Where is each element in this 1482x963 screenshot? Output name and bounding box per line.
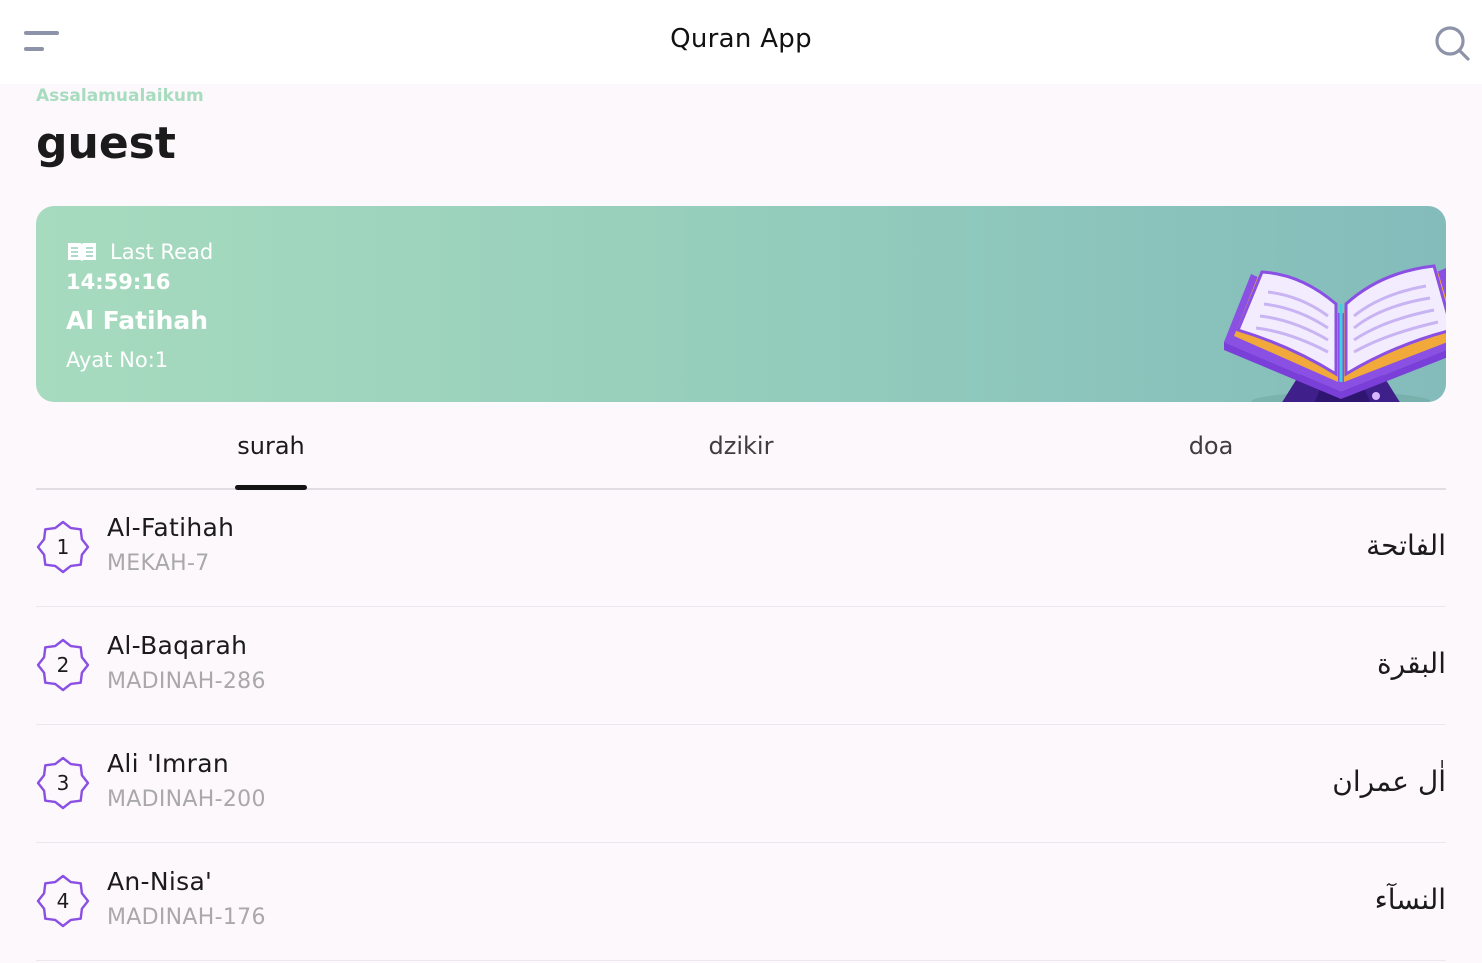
- surah-list-item[interactable]: 3 Ali 'Imran MADINAH-200 اٰل عمران: [36, 725, 1446, 843]
- tab-bar: surah dzikir doa: [36, 418, 1446, 490]
- surah-name: Al-Baqarah: [107, 631, 248, 660]
- book-icon: [68, 243, 96, 262]
- last-read-card[interactable]: Last Read 14:59:16 Al Fatihah Ayat No:1: [36, 206, 1446, 402]
- surah-meta: MEKAH-7: [107, 551, 210, 576]
- surah-number: 3: [56, 771, 70, 795]
- tab-surah[interactable]: surah: [36, 432, 506, 460]
- surah-number-badge: 1: [36, 520, 90, 574]
- surah-number: 4: [56, 889, 70, 913]
- surah-number-badge: 2: [36, 638, 90, 692]
- search-icon[interactable]: [1433, 24, 1471, 62]
- surah-number-badge: 4: [36, 874, 90, 928]
- app-bar: Quran App: [0, 0, 1482, 84]
- surah-list-item[interactable]: 4 An-Nisa' MADINAH-176 النسآء: [36, 843, 1446, 961]
- surah-meta: MADINAH-176: [107, 905, 266, 930]
- surah-list-item[interactable]: 1 Al-Fatihah MEKAH-7 الفاتحة: [36, 489, 1446, 607]
- surah-name: Ali 'Imran: [107, 749, 229, 778]
- app-title: Quran App: [670, 24, 812, 54]
- surah-arabic-name: النسآء: [1374, 883, 1446, 916]
- tab-doa[interactable]: doa: [976, 432, 1446, 460]
- surah-arabic-name: البقرة: [1376, 647, 1446, 680]
- last-read-time: 14:59:16: [66, 270, 171, 294]
- last-read-ayat: Ayat No:1: [66, 348, 169, 372]
- surah-list-item[interactable]: 2 Al-Baqarah MADINAH-286 البقرة: [36, 607, 1446, 725]
- surah-number: 1: [56, 535, 70, 559]
- surah-list: 1 Al-Fatihah MEKAH-7 الفاتحة 2 Al-Baqara…: [36, 489, 1446, 961]
- quran-on-stand-illustration: [1224, 264, 1446, 402]
- tab-dzikir[interactable]: dzikir: [506, 432, 976, 460]
- surah-name: An-Nisa': [107, 867, 213, 896]
- last-read-label: Last Read: [110, 240, 214, 264]
- last-read-header: Last Read: [66, 240, 213, 264]
- surah-number-badge: 3: [36, 756, 90, 810]
- surah-meta: MADINAH-286: [107, 669, 266, 694]
- surah-arabic-name: الفاتحة: [1366, 529, 1446, 562]
- surah-arabic-name: اٰل عمران: [1332, 765, 1446, 798]
- username: guest: [36, 118, 176, 169]
- surah-name: Al-Fatihah: [107, 513, 235, 542]
- surah-number: 2: [56, 653, 70, 677]
- last-read-surah: Al Fatihah: [66, 306, 209, 335]
- greeting-text: Assalamualaikum: [36, 86, 204, 106]
- surah-meta: MADINAH-200: [107, 787, 266, 812]
